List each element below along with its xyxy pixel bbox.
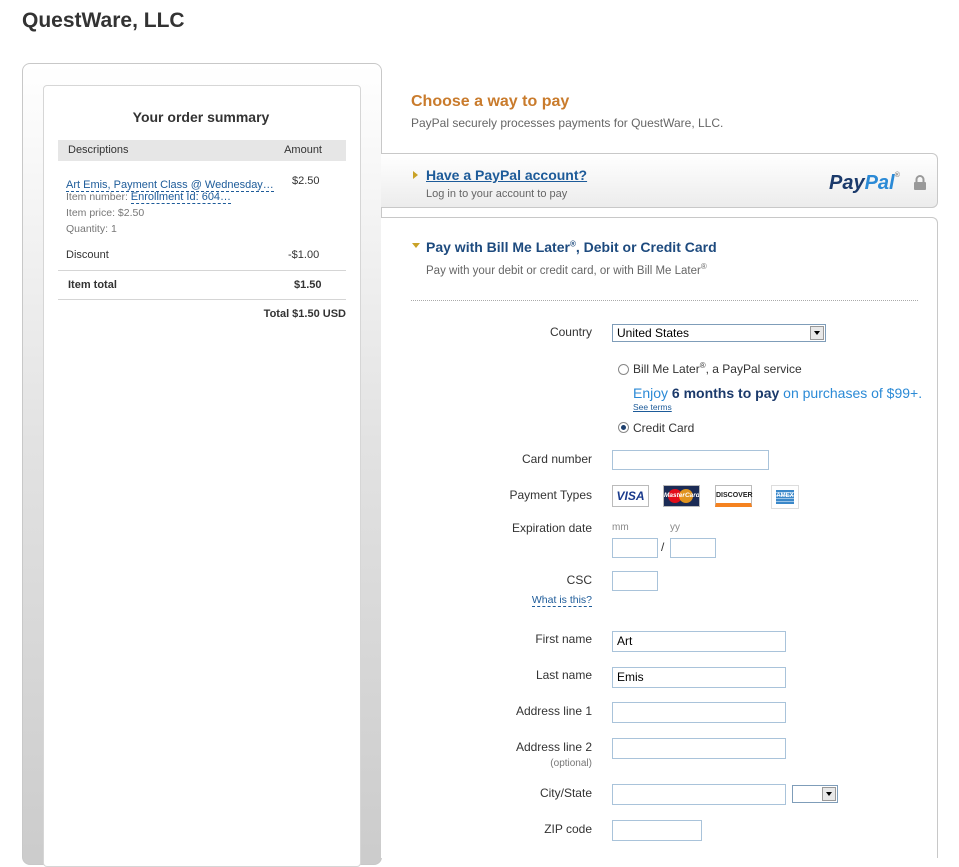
payment-types-label: Payment Types (509, 488, 593, 502)
zip-code-input[interactable] (612, 820, 702, 841)
paypal-login-subtitle: Log in to your account to pay (426, 188, 568, 200)
section-separator (411, 300, 918, 301)
zip-code-label: ZIP code (544, 822, 592, 836)
item-number-label: Item number: (66, 191, 128, 203)
collapse-arrow-icon (412, 243, 420, 248)
expiration-month-input[interactable] (612, 538, 658, 558)
have-paypal-account-link[interactable]: Have a PayPal account? (426, 167, 587, 183)
bml-option-label: Bill Me Later®, a PayPal service (633, 361, 802, 376)
bml-promo: Enjoy 6 months to pay on purchases of $9… (633, 385, 922, 401)
expiration-date-label: Expiration date (511, 521, 592, 535)
bml-promo-2: 6 months to pay (671, 385, 780, 401)
csc-help: What is this? (392, 590, 592, 608)
item-amount: $2.50 (292, 175, 320, 187)
item-total-label: Item total (68, 279, 117, 291)
bml-promo-3: on purchases of $99+. (783, 385, 923, 401)
expand-arrow-icon (413, 171, 418, 179)
bml-card-title: Pay with Bill Me Later®, Debit or Credit… (426, 239, 717, 255)
city-input[interactable] (612, 784, 786, 805)
item-price: Item price: $2.50 (66, 207, 145, 219)
item-number-link[interactable]: Enrollment Id: 604… (130, 191, 232, 204)
country-select-value: United States (617, 326, 690, 340)
paypal-logo: PayPal® (829, 172, 900, 195)
amount-column-header: Amount (284, 144, 322, 156)
mastercard-text: MasterCard (664, 492, 700, 499)
last-name-input[interactable]: Emis (612, 667, 786, 688)
bml-option-rest: , a PayPal service (705, 362, 802, 376)
address-line-2-input[interactable] (612, 738, 786, 759)
csc-label: CSC (566, 573, 592, 587)
yy-label: yy (670, 522, 680, 533)
descriptions-column-header: Descriptions (68, 144, 129, 156)
bml-title-rest: , Debit or Credit Card (575, 239, 717, 255)
grand-total: Total $1.50 USD (263, 308, 346, 320)
country-label: Country (549, 325, 592, 339)
bml-title-text: Pay with Bill Me Later (426, 239, 570, 255)
order-summary-header-row: Descriptions Amount (58, 140, 346, 161)
expiration-year-input[interactable] (670, 538, 716, 558)
bml-radio[interactable] (618, 364, 629, 375)
credit-card-radio[interactable] (618, 422, 629, 433)
bml-subtitle-sup: ® (700, 262, 707, 271)
paypal-logo-part1: Pay (829, 172, 865, 194)
bml-subtitle-text: Pay with your debit or credit card, or w… (426, 264, 701, 277)
chevron-down-icon (822, 787, 836, 801)
lock-icon (914, 175, 926, 190)
address-line-1-label: Address line 1 (515, 704, 592, 718)
mm-label: mm (612, 522, 629, 533)
state-select[interactable] (792, 785, 838, 803)
card-number-label: Card number (521, 452, 592, 466)
item-quantity: Quantity: 1 (66, 223, 117, 235)
chevron-down-icon (810, 326, 824, 340)
last-name-label: Last name (535, 668, 592, 682)
address-line-2-optional: (optional) (550, 758, 592, 769)
bml-option-text: Bill Me Later (633, 362, 700, 376)
address-line-2-label: Address line 2 (515, 740, 592, 754)
mastercard-card-icon: MasterCard (663, 485, 700, 507)
bml-promo-1: Enjoy (633, 385, 669, 401)
csc-help-link[interactable]: What is this? (531, 594, 592, 607)
order-summary-heading: Your order summary (132, 109, 270, 125)
first-name-label: First name (535, 632, 592, 646)
paypal-logo-tm: ® (894, 172, 900, 179)
expiration-separator: / (661, 540, 665, 554)
card-number-input[interactable] (612, 450, 769, 470)
bml-card-subtitle: Pay with your debit or credit card, or w… (426, 262, 707, 277)
paypal-logo-part2: Pal (864, 172, 895, 194)
summary-divider (58, 270, 346, 271)
discover-card-icon: DISCOVER (715, 485, 753, 507)
city-state-label: City/State (539, 786, 592, 800)
credit-card-option-label: Credit Card (633, 421, 695, 435)
item-number: Item number: Enrollment Id: 604… (66, 191, 232, 204)
amex-card-icon: AMEX (771, 485, 799, 509)
discount-amount: -$1.00 (288, 249, 320, 261)
country-select[interactable]: United States (612, 324, 826, 342)
address-line-1-input[interactable] (612, 702, 786, 723)
item-total-amount: $1.50 (294, 279, 322, 291)
merchant-title: QuestWare, LLC (22, 9, 185, 32)
choose-payment-subtitle: PayPal securely processes payments for Q… (411, 116, 724, 130)
discount-label: Discount (66, 249, 109, 261)
summary-divider (58, 299, 346, 300)
choose-payment-title: Choose a way to pay (411, 93, 570, 110)
see-terms-link[interactable]: See terms (633, 402, 672, 412)
amex-text: AMEX (776, 493, 794, 499)
csc-input[interactable] (612, 571, 658, 591)
visa-card-icon: VISA (612, 485, 649, 507)
first-name-input[interactable]: Art (612, 631, 786, 652)
